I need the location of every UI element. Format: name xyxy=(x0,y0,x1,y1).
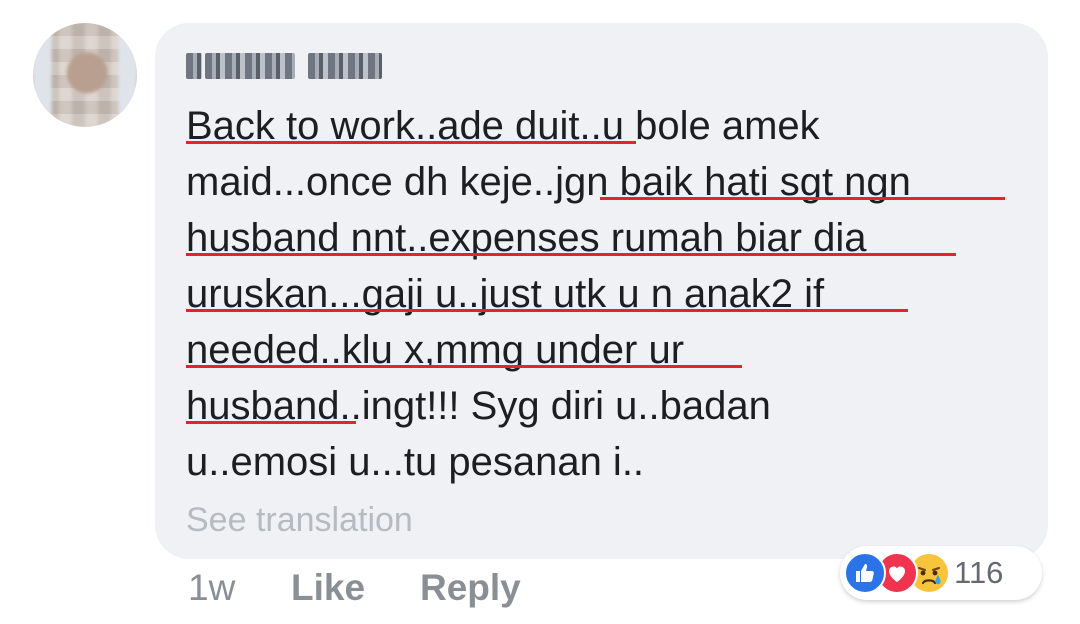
reply-button[interactable]: Reply xyxy=(420,566,521,610)
red-underline xyxy=(186,309,908,312)
comment-line: Back to work..ade duit..u bole amek xyxy=(186,104,820,148)
comment-line: husband..ingt!!! Syg diri u..badan xyxy=(186,384,771,428)
red-underline xyxy=(600,197,1005,200)
author-name-blurred[interactable] xyxy=(186,53,382,79)
comment-line: husband nnt..expenses rumah biar dia xyxy=(186,216,867,260)
red-underline xyxy=(186,253,956,256)
reactions-summary[interactable]: 116 xyxy=(840,546,1042,600)
comment-text: Back to work..ade duit..u bole amek maid… xyxy=(186,98,1026,490)
red-underline xyxy=(186,141,636,144)
red-underline xyxy=(186,421,356,424)
comment-line: u..emosi u...tu pesanan i.. xyxy=(186,440,645,484)
comment-line: uruskan...gaji u..just utk u n anak2 if xyxy=(186,272,825,316)
like-button[interactable]: Like xyxy=(291,566,365,610)
reaction-count: 116 xyxy=(954,555,1004,590)
avatar[interactable] xyxy=(33,23,137,127)
comment-line: maid...once dh keje..jgn baik hati sgt n… xyxy=(186,160,911,204)
comment-timestamp[interactable]: 1w xyxy=(188,566,235,610)
like-icon xyxy=(844,552,886,594)
comment-line: needed..klu x,mmg under ur xyxy=(186,328,685,372)
see-translation-link[interactable]: See translation xyxy=(186,500,413,540)
red-underline xyxy=(186,365,742,368)
